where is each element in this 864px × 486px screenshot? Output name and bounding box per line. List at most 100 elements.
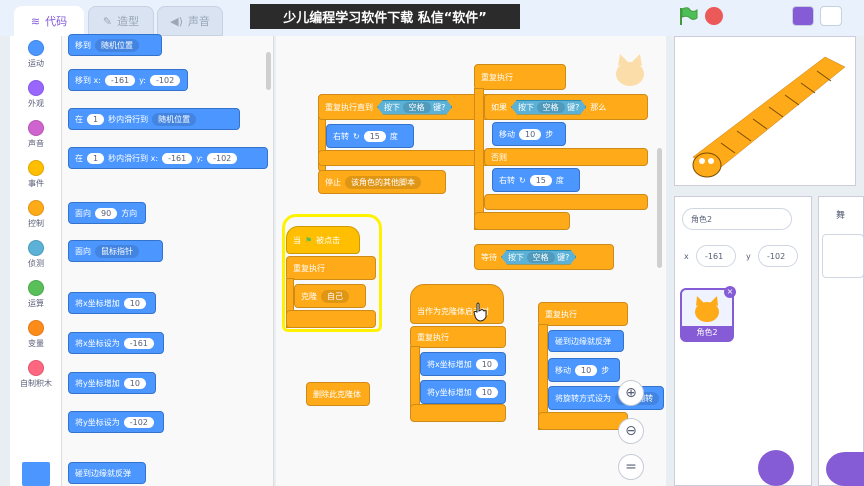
zoom-in-button[interactable]: ⊕ <box>618 380 644 406</box>
forever-block[interactable]: 重复执行 <box>474 64 566 90</box>
glide-dropdown[interactable]: 随机位置 <box>152 112 197 126</box>
change-y-block[interactable]: 将y坐标增加 10 <box>68 372 156 394</box>
bounce-block[interactable]: 碰到边缘就反弹 <box>68 462 146 484</box>
cat-sprite-icon <box>695 296 719 322</box>
dx-input[interactable]: 10 <box>123 297 146 309</box>
category-5[interactable]: 侦测 <box>10 236 62 276</box>
set-x-block[interactable]: 将x坐标设为 -161 <box>68 332 164 354</box>
when-clone-starts-block[interactable]: 当作为克隆体启动时 <box>410 284 504 324</box>
forever-block[interactable]: 重复执行 <box>538 302 628 326</box>
stage-thumbnail[interactable] <box>822 234 864 278</box>
tab-costumes[interactable]: ✎ 造型 <box>88 6 154 36</box>
choose-sprite-button[interactable] <box>758 450 794 486</box>
create-clone-block[interactable]: 克隆 自己 <box>294 284 366 308</box>
zoom-out-button[interactable]: ⊖ <box>618 418 644 444</box>
category-1[interactable]: 外观 <box>10 76 62 116</box>
goto-dropdown[interactable]: 随机位置 <box>95 38 139 52</box>
dy-input[interactable]: 10 <box>123 377 146 389</box>
delete-clone-block[interactable]: 删除此克隆体 <box>306 382 370 406</box>
large-stage-button[interactable] <box>820 6 842 26</box>
steps-input[interactable]: 10 <box>575 364 598 376</box>
y-input[interactable]: -102 <box>123 416 154 428</box>
if-else-block[interactable]: 如果 按下 空格 键? 那么 <box>484 94 648 120</box>
move-block[interactable]: 移动 10 步 <box>492 122 566 146</box>
zoom-out-icon: ⊖ <box>625 423 637 439</box>
stop-dropdown[interactable]: 该角色的其他脚本 <box>345 175 421 189</box>
y-input[interactable]: -102 <box>207 152 238 164</box>
category-7[interactable]: 变量 <box>10 316 62 356</box>
secs-input[interactable]: 1 <box>87 152 105 164</box>
key-pressed-condition[interactable]: 按下 空格 键? <box>377 100 452 115</box>
sprite-name-field[interactable]: 角色2 <box>682 208 792 230</box>
degrees-input[interactable]: 15 <box>363 130 386 142</box>
degrees-input[interactable]: 15 <box>529 174 552 186</box>
x-input[interactable]: -161 <box>104 74 136 86</box>
category-3[interactable]: 事件 <box>10 156 62 196</box>
point-direction-block[interactable]: 面向 90 方向 <box>68 202 146 224</box>
key-pressed-condition[interactable]: 按下 空格 键? <box>511 100 586 115</box>
bounce-block[interactable]: 碰到边缘就反弹 <box>548 330 624 352</box>
extension-button[interactable] <box>22 462 50 486</box>
when-flag-clicked-block[interactable]: 当 ⚑ 被点击 <box>286 226 360 254</box>
gotoxy-block[interactable]: 移到 x: -161 y: -102 <box>68 69 188 91</box>
choose-backdrop-button[interactable] <box>826 452 864 486</box>
palette-scrollbar[interactable] <box>266 52 271 90</box>
goto-block[interactable]: 移到 随机位置 <box>68 34 162 56</box>
sprite-y-field[interactable]: -102 <box>758 245 798 267</box>
brush-icon: ✎ <box>102 14 113 28</box>
workspace-scrollbar[interactable] <box>657 148 662 268</box>
change-x-block[interactable]: 将x坐标增加 10 <box>420 352 506 376</box>
category-6[interactable]: 运算 <box>10 276 62 316</box>
rotation-style-block[interactable]: 将旋转方式设为左右翻转 <box>548 386 664 410</box>
glide-random-block[interactable]: 在 1 秒内滑行到 随机位置 <box>68 108 240 130</box>
clone-dropdown[interactable]: 自己 <box>321 289 349 303</box>
glide-xy-block[interactable]: 在 1 秒内滑行到 x: -161 y: -102 <box>68 147 268 169</box>
x-input[interactable]: -161 <box>162 152 193 164</box>
x-label: x <box>684 252 689 261</box>
set-y-block[interactable]: 将y坐标设为 -102 <box>68 411 164 433</box>
category-menu: 运动 外观声音事件 控制 侦测 运算变量自制积木 <box>10 36 62 486</box>
sprite-thumbnail-label: 角色2 <box>682 326 732 340</box>
repeat-until-footer <box>318 150 494 166</box>
direction-input[interactable]: 90 <box>95 207 118 219</box>
turn-block[interactable]: 右转 ↻ 15 度 <box>326 124 414 148</box>
category-2[interactable]: 声音 <box>10 116 62 156</box>
category-label: 变量 <box>28 339 44 348</box>
delete-sprite-icon[interactable]: × <box>724 286 736 298</box>
cat-clone-trail <box>692 56 846 178</box>
turn-block[interactable]: 右转 ↻ 15 度 <box>492 168 580 192</box>
sprite-x-field[interactable]: -161 <box>696 245 736 267</box>
steps-input[interactable]: 10 <box>519 128 542 140</box>
repeat-until-block[interactable]: 重复执行直到 按下 空格 键? <box>318 94 494 120</box>
stop-button[interactable] <box>705 7 723 25</box>
change-y-block[interactable]: 将y坐标增加 10 <box>420 380 506 404</box>
dy-input[interactable]: 10 <box>475 386 498 398</box>
small-stage-button[interactable] <box>792 6 814 26</box>
rotate-cw-icon: ↻ <box>519 175 526 185</box>
category-0[interactable]: 运动 <box>10 36 62 76</box>
x-input[interactable]: -161 <box>123 337 154 349</box>
category-4[interactable]: 控制 <box>10 196 62 236</box>
move-block[interactable]: 移动 10 步 <box>548 358 620 382</box>
dx-input[interactable]: 10 <box>475 358 498 370</box>
category-8[interactable]: 自制积木 <box>10 356 62 396</box>
y-input[interactable]: -102 <box>150 74 181 86</box>
sprite-thumbnail[interactable]: 角色2 × <box>680 286 736 342</box>
forever-block[interactable]: 重复执行 <box>410 326 506 348</box>
tab-sounds[interactable]: ◀) 声音 <box>157 6 223 36</box>
zoom-reset-button[interactable]: = <box>618 454 644 480</box>
category-label: 自制积木 <box>20 379 52 388</box>
point-towards-block[interactable]: 面向 鼠标指针 <box>68 240 163 262</box>
change-x-block[interactable]: 将x坐标增加 10 <box>68 292 156 314</box>
green-flag-button[interactable] <box>677 6 699 26</box>
category-label: 声音 <box>28 139 44 148</box>
forever-block[interactable]: 重复执行 <box>286 256 376 280</box>
stop-block[interactable]: 停止 该角色的其他脚本 <box>318 170 446 194</box>
stage-canvas[interactable] <box>674 36 856 186</box>
tab-code[interactable]: ≋ 代码 <box>14 6 84 36</box>
towards-dropdown[interactable]: 鼠标指针 <box>95 244 139 258</box>
forever-footer <box>474 212 570 230</box>
key-pressed-condition[interactable]: 按下 空格 键? <box>501 250 576 265</box>
wait-until-block[interactable]: 等待 按下 空格 键? <box>474 244 614 270</box>
secs-input[interactable]: 1 <box>87 113 105 125</box>
